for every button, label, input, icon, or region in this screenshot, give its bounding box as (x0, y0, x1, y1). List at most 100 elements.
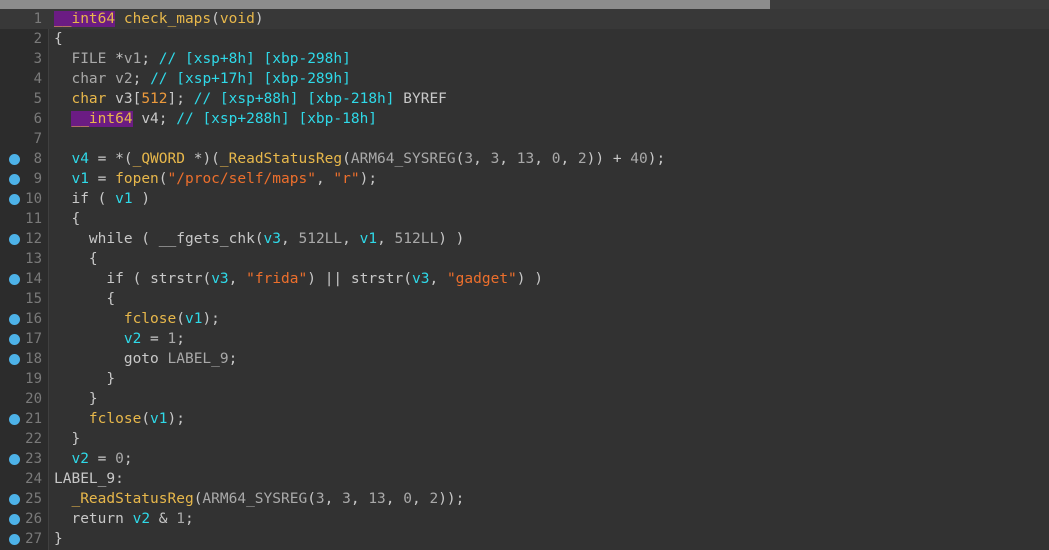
code-line[interactable]: 1 __int64 check_maps(void) (0, 9, 1049, 29)
code-line[interactable]: 11 { (0, 209, 1049, 229)
code-line[interactable]: 12 while ( __fgets_chk(v3, 512LL, v1, 51… (0, 229, 1049, 249)
horizontal-scrollbar-thumb[interactable] (0, 0, 770, 9)
code-line[interactable]: 22 } (0, 429, 1049, 449)
code-token-kw[interactable]: while (89, 231, 133, 247)
horizontal-scrollbar[interactable] (0, 0, 1049, 9)
code-token-dim[interactable]: FILE (71, 51, 106, 67)
code-line[interactable]: 27} (0, 529, 1049, 549)
code-token-var[interactable]: v2 (124, 331, 141, 347)
code-line[interactable]: 14 if ( strstr(v3, "frida") || strstr(v3… (0, 269, 1049, 289)
code-token-dim[interactable]: LABEL_9 (168, 351, 229, 367)
code-token-kw[interactable]: if (106, 271, 123, 287)
code-token-fn[interactable]: fclose (124, 311, 176, 327)
code-token-str[interactable]: "frida" (246, 271, 307, 287)
code-token-fn[interactable]: fopen (115, 171, 159, 187)
code-token-str[interactable]: "/proc/self/maps" (168, 171, 316, 187)
code-line[interactable]: 20 } (0, 389, 1049, 409)
code-line[interactable]: 24 LABEL_9: (0, 469, 1049, 489)
code-line[interactable]: 6 __int64 v4; // [xsp+288h] [xbp-18h] (0, 109, 1049, 129)
code-token-var[interactable]: v3 (412, 271, 429, 287)
code-line[interactable]: 13 { (0, 249, 1049, 269)
code-line[interactable]: 18 goto LABEL_9; (0, 349, 1049, 369)
code-line[interactable]: 10 if ( v1 ) (0, 189, 1049, 209)
code-line[interactable]: 3 FILE *v1; // [xsp+8h] [xbp-298h] (0, 49, 1049, 69)
code-token-var[interactable]: v4 (71, 151, 88, 167)
code-text[interactable]: { (54, 289, 115, 309)
code-text[interactable]: return v2 & 1; (54, 509, 193, 529)
code-token-fn[interactable]: fclose (89, 411, 141, 427)
code-token-typ[interactable]: void (220, 11, 255, 27)
code-text[interactable]: fclose(v1); (54, 309, 220, 329)
code-line[interactable]: 15 { (0, 289, 1049, 309)
code-token-dim[interactable]: 2 (578, 151, 587, 167)
code-token-hl[interactable]: __int64 (54, 11, 116, 27)
code-token-dim[interactable]: ARM64_SYSREG (202, 491, 307, 507)
code-text[interactable]: { (54, 209, 80, 229)
code-token-num[interactable]: 512 (141, 91, 167, 107)
code-token-dim[interactable]: 3 (316, 491, 325, 507)
code-text[interactable]: v2 = 1; (54, 329, 185, 349)
code-token-var[interactable]: v3 (264, 231, 281, 247)
code-text[interactable]: goto LABEL_9; (54, 349, 238, 369)
code-text[interactable]: __int64 v4; // [xsp+288h] [xbp-18h] (54, 109, 377, 129)
code-token-var[interactable]: v1 (71, 171, 88, 187)
code-token-var[interactable]: v3 (211, 271, 228, 287)
code-token-var[interactable]: v1 (185, 311, 202, 327)
code-text[interactable]: if ( strstr(v3, "frida") || strstr(v3, "… (54, 269, 543, 289)
code-text[interactable]: } (54, 389, 98, 409)
code-token-dim[interactable]: 3 (342, 491, 351, 507)
code-token-kw[interactable]: return (71, 511, 123, 527)
code-line[interactable]: 17 v2 = 1; (0, 329, 1049, 349)
code-line[interactable]: 19 } (0, 369, 1049, 389)
code-line[interactable]: 21 fclose(v1); (0, 409, 1049, 429)
code-text[interactable]: fclose(v1); (54, 409, 185, 429)
code-token-kw[interactable]: goto (124, 351, 159, 367)
code-token-dim[interactable]: char (71, 71, 106, 87)
code-text[interactable]: { (54, 29, 63, 49)
code-token-var[interactable]: v2 (71, 451, 88, 467)
code-text[interactable]: while ( __fgets_chk(v3, 512LL, v1, 512LL… (54, 229, 464, 249)
code-token-dim[interactable]: 13 (368, 491, 385, 507)
code-token-dim[interactable]: 3 (491, 151, 500, 167)
code-text[interactable]: FILE *v1; // [xsp+8h] [xbp-298h] (54, 49, 350, 69)
code-line[interactable]: 25 _ReadStatusReg(ARM64_SYSREG(3, 3, 13,… (0, 489, 1049, 509)
code-text[interactable]: v4 = *(_QWORD *)(_ReadStatusReg(ARM64_SY… (54, 149, 665, 169)
code-text[interactable]: { (54, 249, 98, 269)
code-line[interactable]: 9 v1 = fopen("/proc/self/maps", "r"); (0, 169, 1049, 189)
code-token-dim[interactable]: 0 (115, 451, 124, 467)
code-token-fn[interactable]: _ReadStatusReg (71, 491, 193, 507)
code-token-dim[interactable]: v2 (115, 71, 132, 87)
code-token-dim[interactable]: 40 (630, 151, 647, 167)
code-line[interactable]: 4 char v2; // [xsp+17h] [xbp-289h] (0, 69, 1049, 89)
code-line[interactable]: 16 fclose(v1); (0, 309, 1049, 329)
code-token-dim[interactable]: 512LL (298, 231, 342, 247)
code-token-var[interactable]: v1 (150, 411, 167, 427)
code-token-dim[interactable]: 1 (168, 331, 177, 347)
code-text[interactable]: } (54, 429, 80, 449)
code-token-dim[interactable]: 1 (176, 511, 185, 527)
code-token-lbl[interactable]: LABEL_9 (54, 471, 115, 487)
code-token-str[interactable]: "r" (333, 171, 359, 187)
code-token-dim[interactable]: 2 (429, 491, 438, 507)
code-token-cmt[interactable]: // [xsp+88h] [xbp-218h] (194, 91, 404, 107)
code-text[interactable]: __int64 check_maps(void) (54, 9, 264, 29)
code-token-var[interactable]: v2 (133, 511, 150, 527)
code-token-dim[interactable]: v1 (124, 51, 141, 67)
code-text[interactable]: if ( v1 ) (54, 189, 150, 209)
code-token-var[interactable]: v1 (360, 231, 377, 247)
code-line[interactable]: 5 char v3[512]; // [xsp+88h] [xbp-218h] … (0, 89, 1049, 109)
code-token-cmt[interactable]: // [xsp+17h] [xbp-289h] (150, 71, 351, 87)
code-text[interactable]: } (54, 529, 63, 549)
code-token-dim[interactable]: 0 (403, 491, 412, 507)
code-token-str[interactable]: "gadget" (447, 271, 517, 287)
code-text[interactable]: v1 = fopen("/proc/self/maps", "r"); (54, 169, 377, 189)
code-text[interactable]: LABEL_9: (54, 469, 124, 489)
code-line[interactable]: 26 return v2 & 1; (0, 509, 1049, 529)
code-text[interactable]: _ReadStatusReg(ARM64_SYSREG(3, 3, 13, 0,… (54, 489, 464, 509)
pseudocode-editor[interactable]: 1 __int64 check_maps(void) 2{3 FILE *v1; /… (0, 9, 1049, 550)
code-token-typ[interactable]: _QWORD (133, 151, 185, 167)
code-token-pfn[interactable]: check_maps (124, 11, 211, 27)
code-line[interactable]: 8 v4 = *(_QWORD *)(_ReadStatusReg(ARM64_… (0, 149, 1049, 169)
code-text[interactable]: v2 = 0; (54, 449, 132, 469)
code-token-dim[interactable]: 13 (517, 151, 534, 167)
